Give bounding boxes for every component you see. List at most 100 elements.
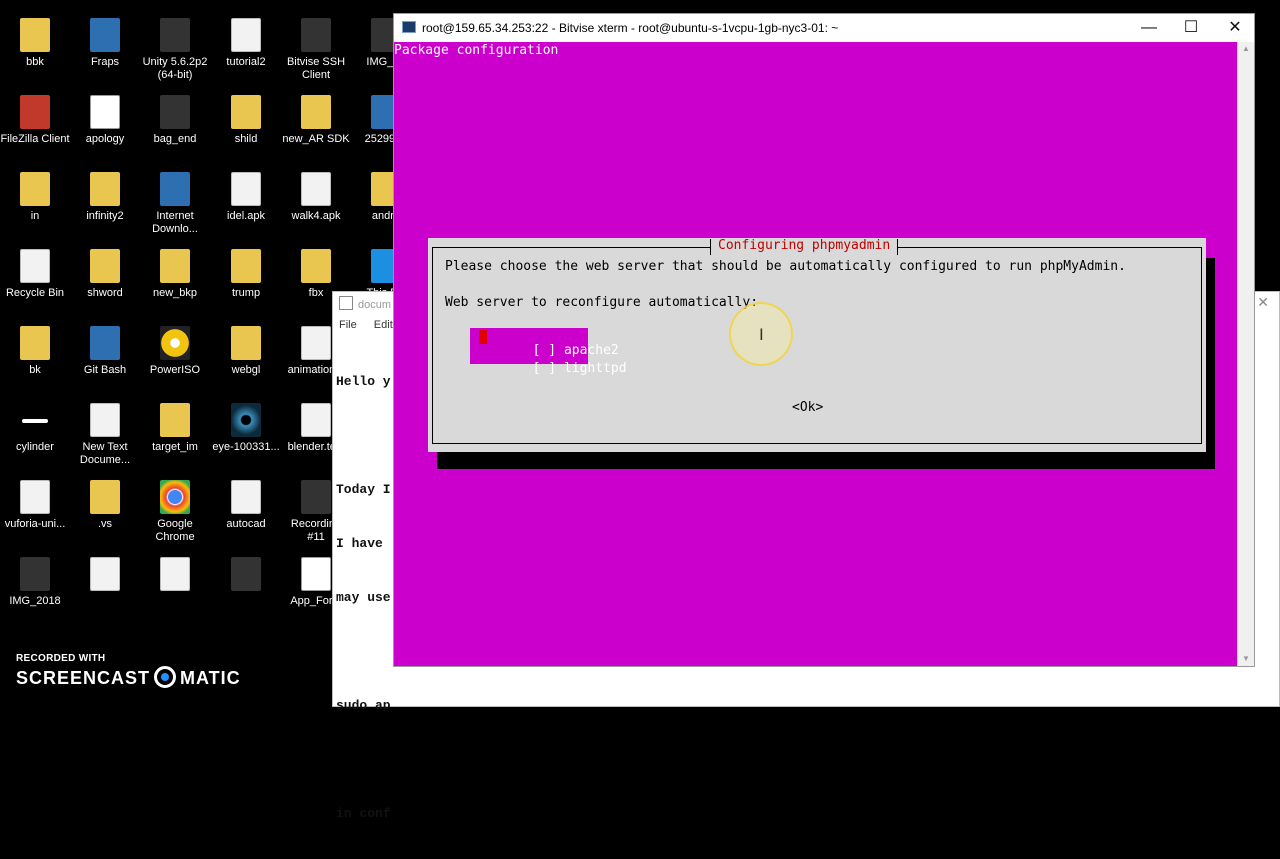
desktop-icon-label: IMG_2018 xyxy=(9,595,61,607)
terminal-scrollbar[interactable]: ▲ ▼ xyxy=(1237,42,1254,666)
desktop-icon[interactable]: idel.apk xyxy=(211,172,281,223)
desktop-icon[interactable]: New Text Docume... xyxy=(70,403,140,467)
checkbox-lighttpd[interactable]: [ ] xyxy=(533,361,556,376)
desktop-icon[interactable]: new_bkp xyxy=(140,249,210,300)
file-icon xyxy=(90,557,120,591)
terminal-window[interactable]: root@159.65.34.253:22 - Bitvise xterm - … xyxy=(393,13,1255,667)
desktop-icon[interactable] xyxy=(70,557,140,595)
notepad-close-button[interactable]: ✕ xyxy=(1257,294,1269,311)
notepad-line xyxy=(336,427,391,445)
terminal-titlebar[interactable]: root@159.65.34.253:22 - Bitvise xterm - … xyxy=(394,14,1254,42)
watermark-logo: SCREENCAST MATIC xyxy=(16,666,241,688)
desktop-icon-label: infinity2 xyxy=(86,210,124,222)
desktop-icon[interactable]: IMG_2018 xyxy=(0,557,70,608)
desktop-icon-label: Unity 5.6.2p2 (64-bit) xyxy=(142,56,208,81)
folder-icon xyxy=(90,480,120,514)
minimize-button[interactable]: — xyxy=(1134,17,1164,39)
chrome-icon xyxy=(160,480,190,514)
desktop-icon-label: walk4.apk xyxy=(291,210,341,222)
dialog-message: Please choose the web server that should… xyxy=(445,259,1126,274)
notepad-line: I have xyxy=(336,536,391,551)
desktop-icon[interactable]: Google Chrome xyxy=(140,480,210,544)
desktop-icon[interactable]: Git Bash xyxy=(70,326,140,377)
desktop-icon-label: trump xyxy=(231,287,261,299)
desktop-icon[interactable]: vuforia-uni... xyxy=(0,480,70,531)
desktop-icon[interactable]: FileZilla Client xyxy=(0,95,70,146)
desktop-icon[interactable]: webgl xyxy=(211,326,281,377)
desktop-icon-label: vuforia-uni... xyxy=(4,518,66,530)
dark-icon xyxy=(301,480,331,514)
folder-icon xyxy=(90,172,120,206)
desktop-icon[interactable]: autocad xyxy=(211,480,281,531)
notepad-title[interactable]: docum xyxy=(339,296,391,311)
desktop-icon[interactable] xyxy=(211,557,281,595)
desktop-icon-label: Internet Downlo... xyxy=(152,210,198,235)
desktop-icon[interactable]: infinity2 xyxy=(70,172,140,223)
notepad-line: sudo ap xyxy=(336,698,391,713)
app-icon xyxy=(90,18,120,52)
screencast-logo-icon xyxy=(154,666,177,688)
desktop-icon[interactable]: .vs xyxy=(70,480,140,531)
close-button[interactable]: ✕ xyxy=(1220,17,1250,39)
pdf-icon xyxy=(90,95,120,129)
desktop-icon[interactable]: new_AR SDK xyxy=(281,95,351,146)
dark-icon xyxy=(20,557,50,591)
desktop-icon[interactable]: in xyxy=(0,172,70,223)
desktop-icon-label: bag_end xyxy=(153,133,197,145)
desktop-icon[interactable]: Internet Downlo... xyxy=(140,172,210,236)
desktop-icon[interactable]: Fraps xyxy=(70,18,140,69)
desktop-icon[interactable]: Recycle Bin xyxy=(0,249,70,300)
desktop-icon-label: PowerISO xyxy=(149,364,201,376)
scroll-down-icon[interactable]: ▼ xyxy=(1238,652,1254,666)
notepad-text-area[interactable]: Hello y Today I I have may use sudo ap i… xyxy=(336,337,391,859)
desktop-icon[interactable]: trump xyxy=(211,249,281,300)
file-icon xyxy=(231,172,261,206)
desktop-icon[interactable]: Bitvise SSH Client xyxy=(281,18,351,82)
desktop-icon[interactable]: apology xyxy=(70,95,140,146)
watermark-recorded-with: RECORDED WITH xyxy=(16,653,106,664)
desktop-icon[interactable] xyxy=(140,557,210,595)
desktop-icon[interactable]: shild xyxy=(211,95,281,146)
ok-button[interactable]: <Ok> xyxy=(792,400,823,415)
desktop-icon-label: bk xyxy=(29,364,41,376)
dark-icon xyxy=(160,18,190,52)
folder-icon xyxy=(231,249,261,283)
maximize-button[interactable]: ☐ xyxy=(1176,17,1206,39)
desktop-icon-label: target_im xyxy=(152,441,198,453)
desktop-icon[interactable]: shword xyxy=(70,249,140,300)
desktop-icon-label: bbk xyxy=(26,56,44,68)
desktop-icon-label: shword xyxy=(87,287,123,299)
menu-edit[interactable]: Edit xyxy=(374,319,393,331)
folder-icon xyxy=(20,18,50,52)
scroll-up-icon[interactable]: ▲ xyxy=(1238,42,1254,56)
file-icon xyxy=(20,480,50,514)
option-apache2[interactable]: [ ] apache2 xyxy=(470,328,619,358)
notepad-icon xyxy=(339,296,353,310)
desktop-icon[interactable]: target_im xyxy=(140,403,210,454)
folder-icon xyxy=(20,326,50,360)
file-icon xyxy=(160,557,190,591)
folder-icon xyxy=(231,95,261,129)
menu-file[interactable]: File xyxy=(339,319,357,331)
desktop-icon[interactable]: tutorial2 xyxy=(211,18,281,69)
desktop-icon-label: New Text Docume... xyxy=(79,441,131,466)
desktop-icon[interactable]: eye-100331... xyxy=(211,403,281,454)
desktop-icon[interactable]: cylinder xyxy=(0,403,70,454)
desktop-icon[interactable]: walk4.apk xyxy=(281,172,351,223)
eye-icon xyxy=(231,403,261,437)
selection-cursor xyxy=(479,330,487,344)
desktop-icon[interactable]: Unity 5.6.2p2 (64-bit) xyxy=(140,18,210,82)
desktop-icon[interactable]: bk xyxy=(0,326,70,377)
app-icon xyxy=(160,172,190,206)
desktop-icon[interactable]: bag_end xyxy=(140,95,210,146)
file-icon xyxy=(301,172,331,206)
desktop-icon[interactable]: bbk xyxy=(0,18,70,69)
option-lighttpd[interactable]: [ ] lighttpd xyxy=(470,346,627,376)
desktop-icon-label: .vs xyxy=(97,518,113,530)
desktop-icon[interactable]: PowerISO xyxy=(140,326,210,377)
desktop-icon-label: Recycle Bin xyxy=(5,287,65,299)
file-icon xyxy=(301,403,331,437)
title-right-bar xyxy=(897,239,899,255)
app-icon xyxy=(90,326,120,360)
disc-icon xyxy=(160,326,190,360)
